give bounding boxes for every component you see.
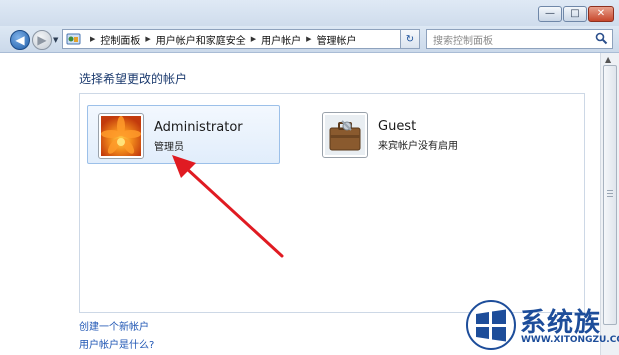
scrollbar-grip: [607, 190, 613, 197]
windows-logo-icon: [466, 300, 516, 350]
scrollbar-thumb[interactable]: [603, 65, 617, 325]
watermark-url: WWW.XITONGZU.COM: [521, 335, 619, 345]
watermark: 系统族 WWW.XITONGZU.COM: [466, 300, 619, 352]
scroll-up-icon[interactable]: ▲: [605, 55, 611, 64]
watermark-brand: 系统族: [520, 308, 602, 338]
